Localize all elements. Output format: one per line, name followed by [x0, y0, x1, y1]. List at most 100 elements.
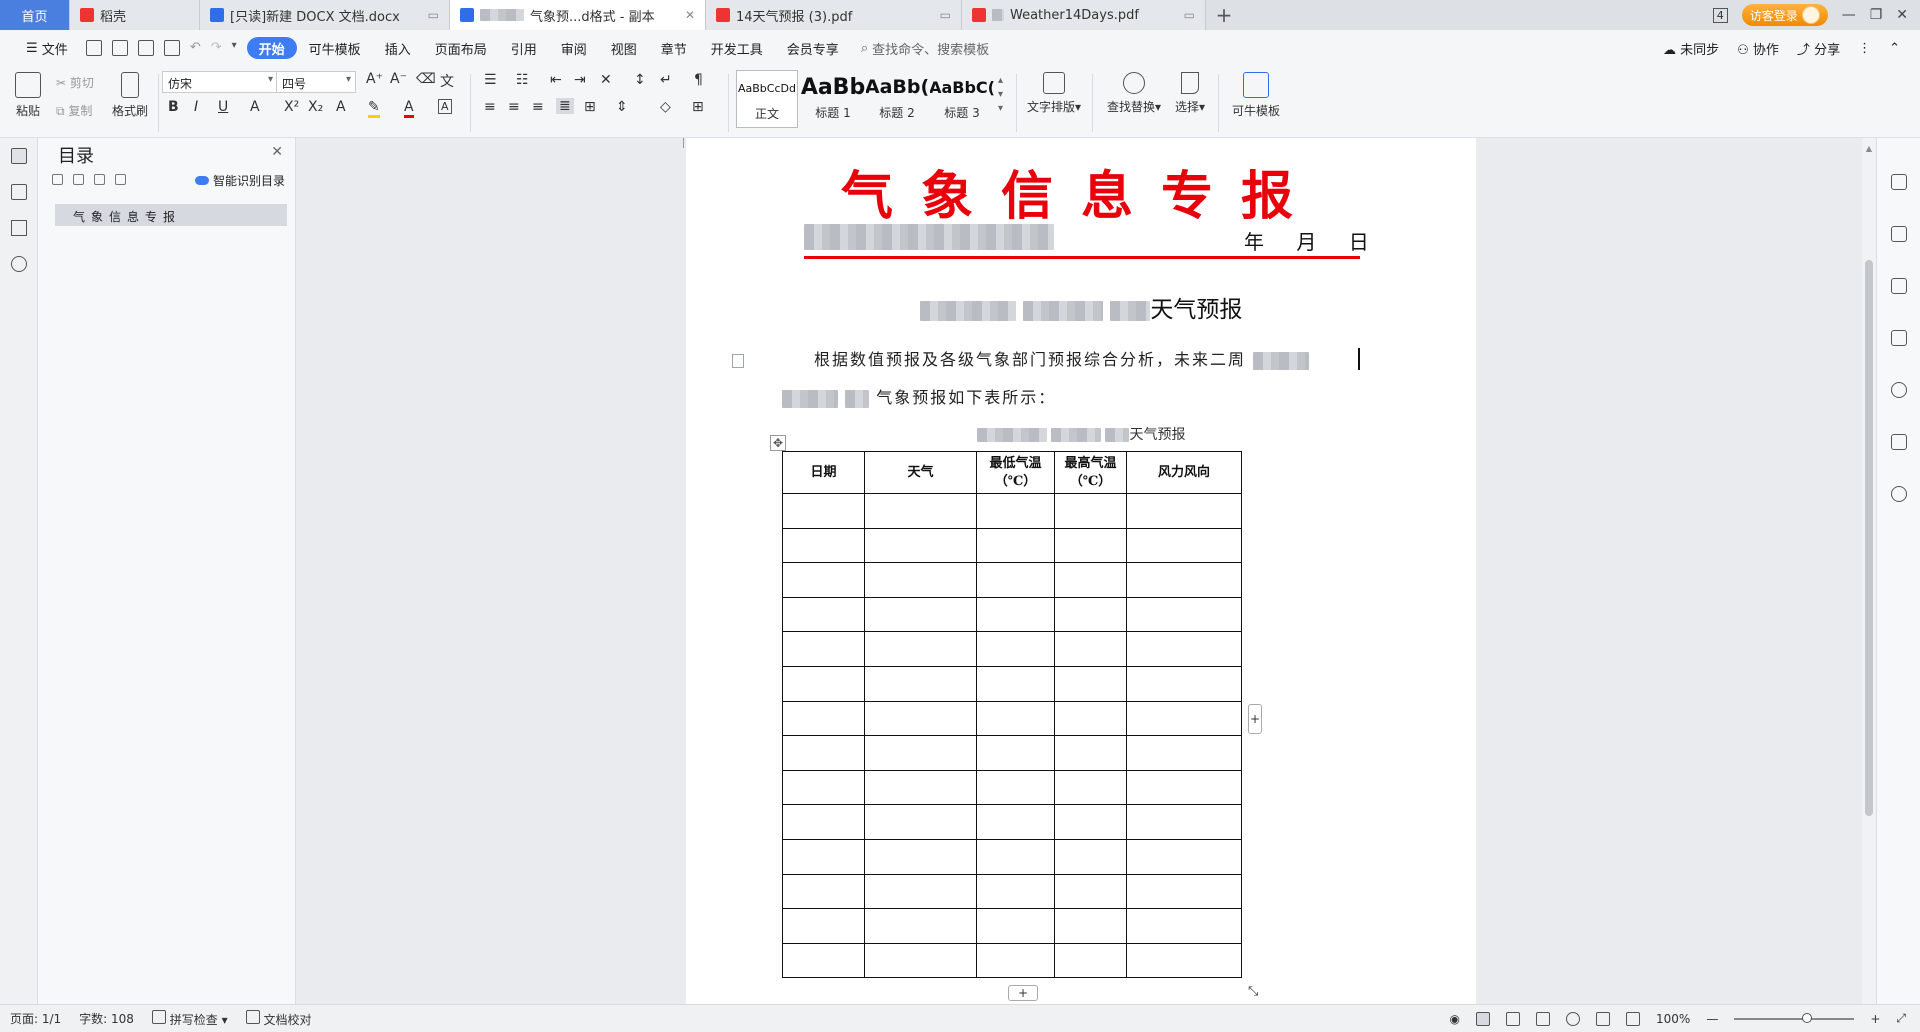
chevron-down-icon[interactable]: ▾	[232, 40, 237, 56]
table-cell[interactable]	[864, 942, 977, 979]
table-cell[interactable]	[864, 769, 977, 806]
table-cell[interactable]	[864, 804, 977, 840]
table-cell[interactable]	[1126, 838, 1242, 875]
toc-icon[interactable]	[10, 148, 27, 164]
scroll-up-icon[interactable]: ▲	[1862, 144, 1876, 153]
table-cell[interactable]	[976, 838, 1055, 875]
undo-icon[interactable]: ↶	[190, 40, 201, 56]
table-cell[interactable]	[976, 769, 1055, 806]
table-cell[interactable]	[782, 596, 865, 633]
table-cell[interactable]	[864, 527, 977, 564]
italic-icon[interactable]: I	[194, 99, 198, 115]
table-cell[interactable]	[782, 873, 865, 910]
col-min-temp-header[interactable]: 最低气温 （℃）	[976, 451, 1055, 494]
table-cell[interactable]	[1054, 493, 1127, 529]
highlight-icon[interactable]: ✎	[368, 99, 380, 118]
col-max-temp-header[interactable]: 最高气温 （℃）	[1054, 451, 1127, 494]
align-right-icon[interactable]: ≡	[532, 99, 544, 115]
text-layout-button[interactable]: 文字排版▾	[1026, 72, 1082, 115]
table-cell[interactable]	[976, 562, 1055, 598]
file-menu[interactable]: ☰ 文件	[14, 37, 80, 59]
add-column-button[interactable]: +	[1248, 704, 1262, 734]
font-color-icon[interactable]: A	[404, 99, 414, 118]
close-window-icon[interactable]: ✕	[1896, 7, 1908, 23]
table-cell[interactable]	[782, 527, 865, 564]
table-cell[interactable]	[1126, 804, 1242, 840]
table-cell[interactable]	[782, 700, 865, 737]
tab-home[interactable]: 首页	[0, 0, 70, 30]
add-heading-icon[interactable]	[94, 174, 105, 185]
superscript-icon[interactable]: X²	[284, 99, 299, 115]
table-cell[interactable]	[1126, 596, 1242, 633]
shrink-font-icon[interactable]: A⁻	[390, 71, 407, 87]
toc-entry[interactable]: 气象信息专报	[55, 204, 287, 226]
zoom-slider-knob[interactable]	[1802, 1012, 1813, 1023]
table-cell[interactable]	[864, 735, 977, 771]
collapse-all-icon[interactable]	[52, 174, 63, 185]
table-cell[interactable]	[782, 493, 865, 529]
table-cell[interactable]	[1054, 527, 1127, 564]
menu-insert[interactable]: 插入	[373, 37, 423, 59]
bookmark-icon[interactable]	[10, 220, 27, 236]
table-cell[interactable]	[976, 665, 1055, 702]
redo-icon[interactable]: ↷	[211, 40, 222, 56]
table-cell[interactable]	[864, 665, 977, 702]
menu-page-layout[interactable]: 页面布局	[423, 37, 499, 59]
menu-member[interactable]: 会员专享	[775, 37, 851, 59]
close-icon[interactable]: ✕	[685, 8, 695, 22]
new-tab-button[interactable]: +	[1206, 0, 1242, 30]
sort-icon[interactable]: ↕	[634, 72, 646, 88]
col-wind-header[interactable]: 风力风向	[1126, 451, 1242, 494]
table-cell[interactable]	[1126, 873, 1242, 910]
close-icon[interactable]: ✕	[271, 144, 283, 160]
table-cell[interactable]	[1126, 665, 1242, 702]
phonetic-icon[interactable]: 文	[440, 71, 454, 91]
table-cell[interactable]	[976, 596, 1055, 633]
page-view-icon[interactable]	[1476, 1011, 1491, 1026]
tab-pin-icon[interactable]: ▭	[1184, 8, 1195, 22]
table-cell[interactable]	[1054, 838, 1127, 875]
export-pdf-icon[interactable]	[111, 40, 128, 56]
table-cell[interactable]	[1126, 942, 1242, 979]
restore-icon[interactable]: ❐	[1870, 7, 1883, 23]
expand-icon[interactable]	[73, 174, 84, 185]
save-icon[interactable]	[85, 40, 102, 56]
text-effect-icon[interactable]: A	[336, 99, 346, 115]
vertical-scrollbar[interactable]: ▲	[1862, 138, 1876, 1004]
table-cell[interactable]	[864, 908, 977, 944]
share-button[interactable]: ⤴ 分享	[1797, 39, 1840, 58]
word-count[interactable]: 字数: 108	[79, 1010, 134, 1027]
menu-developer[interactable]: 开发工具	[699, 37, 775, 59]
reading-view-icon[interactable]	[1536, 1011, 1551, 1026]
add-row-button[interactable]: +	[1008, 985, 1038, 1001]
web-view-icon[interactable]	[1566, 1011, 1581, 1026]
table-cell[interactable]	[1054, 562, 1127, 598]
scrollbar-thumb[interactable]	[1865, 260, 1873, 816]
table-cell[interactable]	[1054, 942, 1127, 979]
table-cell[interactable]	[864, 493, 977, 529]
style-normal[interactable]: AaBbCcDd 正文	[736, 70, 798, 128]
tab-readonly-docx[interactable]: [只读]新建 DOCX 文档.docx ▭	[200, 0, 450, 30]
table-cell[interactable]	[782, 942, 865, 979]
shading-icon[interactable]: ◇	[660, 99, 671, 115]
table-cell[interactable]	[976, 942, 1055, 979]
table-cell[interactable]	[1054, 665, 1127, 702]
tab-pin-icon[interactable]: ▭	[428, 8, 439, 22]
format-painter-button[interactable]: 格式刷	[110, 72, 150, 119]
outline-view-icon[interactable]	[1506, 1011, 1521, 1026]
find-replace-button[interactable]: 查找替换▾	[1104, 72, 1164, 115]
select-button[interactable]: 选择▾	[1170, 72, 1210, 115]
rocket-icon[interactable]	[1890, 174, 1907, 190]
window-count-badge[interactable]: 4	[1712, 7, 1728, 23]
menu-references[interactable]: 引用	[499, 37, 549, 59]
table-cell[interactable]	[1054, 769, 1127, 806]
zoom-level[interactable]: 100%	[1656, 1012, 1690, 1026]
spell-check-button[interactable]: 拼写检查 ▾	[151, 1009, 228, 1028]
paste-button[interactable]: 粘贴	[12, 72, 44, 119]
login-button[interactable]: 访客登录	[1741, 4, 1828, 26]
menu-home[interactable]: 开始	[246, 37, 297, 59]
underline-icon[interactable]: U	[218, 99, 228, 115]
table-cell[interactable]	[1126, 769, 1242, 806]
cut-button[interactable]: ✂ 剪切	[56, 74, 94, 91]
table-cell[interactable]	[782, 804, 865, 840]
